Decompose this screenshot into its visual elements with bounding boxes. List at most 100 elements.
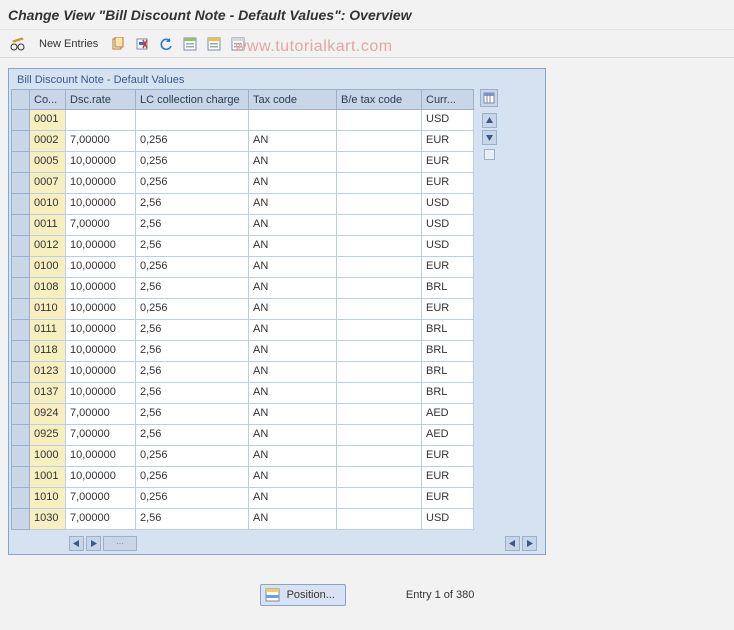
row-selector[interactable]	[12, 173, 30, 194]
cell-company-value[interactable]: 1000	[30, 446, 65, 466]
cell-currency[interactable]: EUR	[422, 152, 474, 173]
col-header-company[interactable]: Co...	[30, 90, 66, 110]
cell-lc-charge-value[interactable]: 2,56	[136, 383, 248, 403]
cell-company-value[interactable]: 0011	[30, 215, 65, 235]
cell-company[interactable]: 0001	[30, 110, 66, 131]
scroll-right-end-button[interactable]	[522, 536, 537, 551]
deselect-all-button[interactable]	[227, 34, 249, 54]
cell-tax-code[interactable]: AN	[249, 362, 337, 383]
cell-company-value[interactable]: 0001	[30, 110, 65, 130]
cell-tax-code[interactable]: AN	[249, 425, 337, 446]
cell-dsc-rate-value[interactable]: 10,00000	[66, 194, 135, 214]
cell-tax-code[interactable]: AN	[249, 131, 337, 152]
row-selector[interactable]	[12, 509, 30, 530]
select-all-button[interactable]	[179, 34, 201, 54]
cell-tax-code-value[interactable]: AN	[249, 446, 336, 466]
cell-be-tax-value[interactable]	[337, 299, 421, 319]
cell-currency[interactable]: EUR	[422, 446, 474, 467]
cell-company[interactable]: 0005	[30, 152, 66, 173]
cell-tax-code[interactable]: AN	[249, 215, 337, 236]
cell-lc-charge-value[interactable]: 0,256	[136, 467, 248, 487]
position-button[interactable]: Position...	[260, 584, 346, 606]
cell-dsc-rate-value[interactable]: 10,00000	[66, 173, 135, 193]
cell-be-tax[interactable]	[337, 383, 422, 404]
cell-currency[interactable]: EUR	[422, 299, 474, 320]
row-selector[interactable]	[12, 488, 30, 509]
cell-tax-code-value[interactable]: AN	[249, 320, 336, 340]
cell-currency[interactable]: EUR	[422, 173, 474, 194]
cell-be-tax[interactable]	[337, 215, 422, 236]
cell-lc-charge[interactable]: 0,256	[136, 467, 249, 488]
cell-company[interactable]: 1000	[30, 446, 66, 467]
cell-company-value[interactable]: 0137	[30, 383, 65, 403]
copy-as-button[interactable]	[107, 34, 129, 54]
cell-company[interactable]: 1010	[30, 488, 66, 509]
cell-dsc-rate[interactable]: 10,00000	[66, 299, 136, 320]
cell-tax-code-value[interactable]: AN	[249, 194, 336, 214]
cell-be-tax-value[interactable]	[337, 278, 421, 298]
cell-dsc-rate[interactable]: 10,00000	[66, 446, 136, 467]
cell-tax-code-value[interactable]: AN	[249, 467, 336, 487]
cell-currency[interactable]: AED	[422, 425, 474, 446]
cell-tax-code[interactable]: AN	[249, 383, 337, 404]
cell-lc-charge[interactable]: 2,56	[136, 320, 249, 341]
col-header-currency[interactable]: Curr...	[422, 90, 474, 110]
cell-tax-code-value[interactable]: AN	[249, 236, 336, 256]
cell-company[interactable]: 0118	[30, 341, 66, 362]
row-selector[interactable]	[12, 215, 30, 236]
cell-dsc-rate-value[interactable]: 10,00000	[66, 341, 135, 361]
cell-lc-charge-value[interactable]: 2,56	[136, 320, 248, 340]
scroll-left-end-button[interactable]	[505, 536, 520, 551]
cell-dsc-rate-value[interactable]: 10,00000	[66, 299, 135, 319]
cell-dsc-rate[interactable]: 10,00000	[66, 467, 136, 488]
cell-lc-charge-value[interactable]: 0,256	[136, 299, 248, 319]
cell-dsc-rate[interactable]: 10,00000	[66, 362, 136, 383]
scroll-down-button[interactable]	[482, 130, 497, 145]
cell-tax-code[interactable]: AN	[249, 404, 337, 425]
cell-currency-value[interactable]: AED	[422, 425, 473, 445]
cell-company-value[interactable]: 0924	[30, 404, 65, 424]
cell-dsc-rate[interactable]: 10,00000	[66, 341, 136, 362]
row-selector-header[interactable]	[12, 90, 30, 110]
select-block-button[interactable]	[203, 34, 225, 54]
cell-dsc-rate-value[interactable]: 10,00000	[66, 152, 135, 172]
cell-company[interactable]: 0137	[30, 383, 66, 404]
cell-lc-charge[interactable]: 2,56	[136, 236, 249, 257]
cell-company-value[interactable]: 1030	[30, 509, 65, 529]
cell-tax-code[interactable]: AN	[249, 236, 337, 257]
row-selector[interactable]	[12, 110, 30, 131]
cell-lc-charge-value[interactable]: 2,56	[136, 194, 248, 214]
cell-be-tax[interactable]	[337, 404, 422, 425]
row-selector[interactable]	[12, 341, 30, 362]
cell-dsc-rate[interactable]: 10,00000	[66, 320, 136, 341]
cell-company[interactable]: 0012	[30, 236, 66, 257]
cell-company[interactable]: 0100	[30, 257, 66, 278]
cell-tax-code-value[interactable]	[249, 110, 336, 130]
cell-be-tax[interactable]	[337, 488, 422, 509]
cell-lc-charge[interactable]: 2,56	[136, 194, 249, 215]
cell-currency-value[interactable]: USD	[422, 110, 473, 130]
cell-be-tax[interactable]	[337, 425, 422, 446]
cell-dsc-rate[interactable]: 7,00000	[66, 404, 136, 425]
cell-lc-charge-value[interactable]: 2,56	[136, 362, 248, 382]
cell-company-value[interactable]: 0925	[30, 425, 65, 445]
cell-lc-charge[interactable]: 2,56	[136, 278, 249, 299]
cell-company-value[interactable]: 0002	[30, 131, 65, 151]
cell-dsc-rate-value[interactable]: 7,00000	[66, 509, 135, 529]
col-header-lc-charge[interactable]: LC collection charge	[136, 90, 249, 110]
cell-currency[interactable]: EUR	[422, 257, 474, 278]
cell-currency-value[interactable]: EUR	[422, 299, 473, 319]
cell-lc-charge-value[interactable]: 0,256	[136, 446, 248, 466]
cell-currency-value[interactable]: EUR	[422, 173, 473, 193]
row-selector[interactable]	[12, 236, 30, 257]
cell-dsc-rate-value[interactable]: 7,00000	[66, 404, 135, 424]
cell-lc-charge[interactable]: 2,56	[136, 404, 249, 425]
cell-currency[interactable]: BRL	[422, 320, 474, 341]
cell-company[interactable]: 0111	[30, 320, 66, 341]
cell-be-tax-value[interactable]	[337, 404, 421, 424]
cell-dsc-rate-value[interactable]: 7,00000	[66, 425, 135, 445]
cell-company[interactable]: 0924	[30, 404, 66, 425]
cell-lc-charge-value[interactable]: 0,256	[136, 152, 248, 172]
scroll-up-button[interactable]	[482, 113, 497, 128]
cell-dsc-rate[interactable]: 10,00000	[66, 194, 136, 215]
